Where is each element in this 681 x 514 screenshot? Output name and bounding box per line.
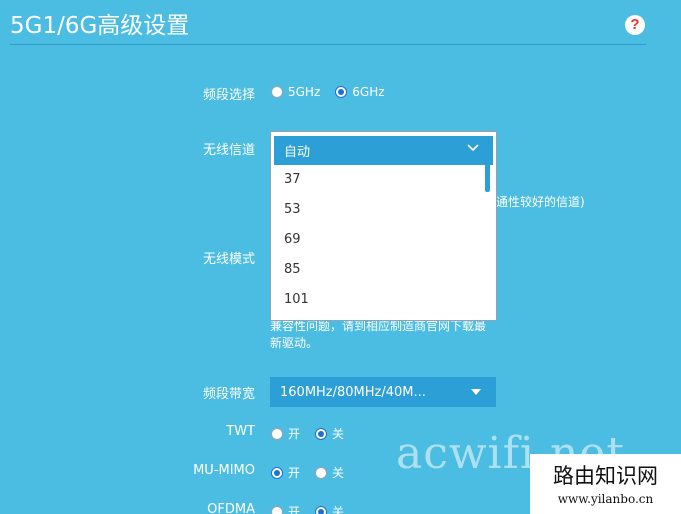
site-logo: 路由知识网 www.yilanbo.cn [530, 454, 681, 514]
dropdown-scrollbar[interactable] [485, 136, 490, 192]
ofdma-option-on[interactable]: 开 [271, 503, 300, 514]
band-option-6ghz[interactable]: 6GHz [335, 85, 385, 99]
mumimo-radio-group: 开 关 [271, 464, 359, 481]
bandwidth-label: 频段带宽 [202, 387, 255, 402]
band-option-6ghz-label: 6GHz [352, 85, 385, 99]
mumimo-option-off[interactable]: 关 [315, 464, 344, 481]
twt-label: TWT [226, 424, 255, 439]
channel-hint: 通性较好的信道) [496, 195, 585, 209]
radio-twt-on[interactable] [271, 427, 283, 440]
logo-name: 路由知识网 [553, 464, 658, 488]
twt-option-off[interactable]: 关 [315, 425, 344, 442]
mumimo-option-on[interactable]: 开 [271, 464, 300, 481]
mode-hint-line2: 新驱动。 [270, 336, 319, 350]
mumimo-off-label: 关 [332, 466, 345, 480]
ofdma-radio-group: 开 关 [271, 503, 359, 514]
caret-down-icon [471, 389, 481, 395]
channel-option-101[interactable]: 101 [284, 292, 309, 307]
channel-option-53[interactable]: 53 [284, 202, 301, 217]
logo-url: www.yilanbo.cn [557, 492, 654, 506]
ofdma-on-label: 开 [288, 505, 301, 514]
twt-off-label: 关 [332, 427, 345, 441]
ofdma-off-label: 关 [332, 505, 345, 514]
title-divider [10, 44, 646, 45]
channel-label: 无线信道 [202, 143, 255, 158]
check-icon [467, 144, 479, 152]
mumimo-label: MU-MIMO [193, 463, 255, 478]
twt-option-on[interactable]: 开 [271, 425, 300, 442]
channel-dropdown[interactable]: 自动 37 53 69 85 101 [270, 131, 497, 321]
twt-on-label: 开 [288, 427, 301, 441]
mumimo-on-label: 开 [288, 466, 301, 480]
ofdma-option-off[interactable]: 关 [315, 503, 344, 514]
channel-option-37[interactable]: 37 [284, 172, 301, 187]
radio-mumimo-on[interactable] [271, 466, 283, 479]
radio-ofdma-off[interactable] [315, 505, 328, 514]
channel-option-85[interactable]: 85 [284, 262, 301, 277]
bandwidth-select[interactable]: 160MHz/80MHz/40M... [270, 377, 496, 407]
page-title: 5G1/6G高级设置 [10, 13, 190, 39]
radio-6ghz[interactable] [335, 86, 348, 98]
radio-5ghz[interactable] [271, 86, 283, 98]
band-radio-group: 5GHz 6GHz [271, 85, 400, 99]
radio-ofdma-on[interactable] [271, 505, 283, 514]
band-option-5ghz-label: 5GHz [288, 85, 321, 99]
ofdma-label: OFDMA [207, 502, 255, 514]
mode-label: 无线模式 [202, 252, 255, 267]
band-option-5ghz[interactable]: 5GHz [271, 85, 320, 99]
band-label: 频段选择 [202, 88, 255, 103]
radio-twt-off[interactable] [315, 427, 328, 440]
radio-mumimo-off[interactable] [315, 466, 328, 479]
channel-selected-value: 自动 [284, 145, 311, 160]
channel-option-69[interactable]: 69 [284, 232, 301, 247]
twt-radio-group: 开 关 [271, 425, 359, 442]
bandwidth-value: 160MHz/80MHz/40M... [280, 384, 426, 400]
channel-select[interactable]: 自动 [274, 136, 493, 165]
help-icon[interactable]: ? [625, 15, 645, 35]
